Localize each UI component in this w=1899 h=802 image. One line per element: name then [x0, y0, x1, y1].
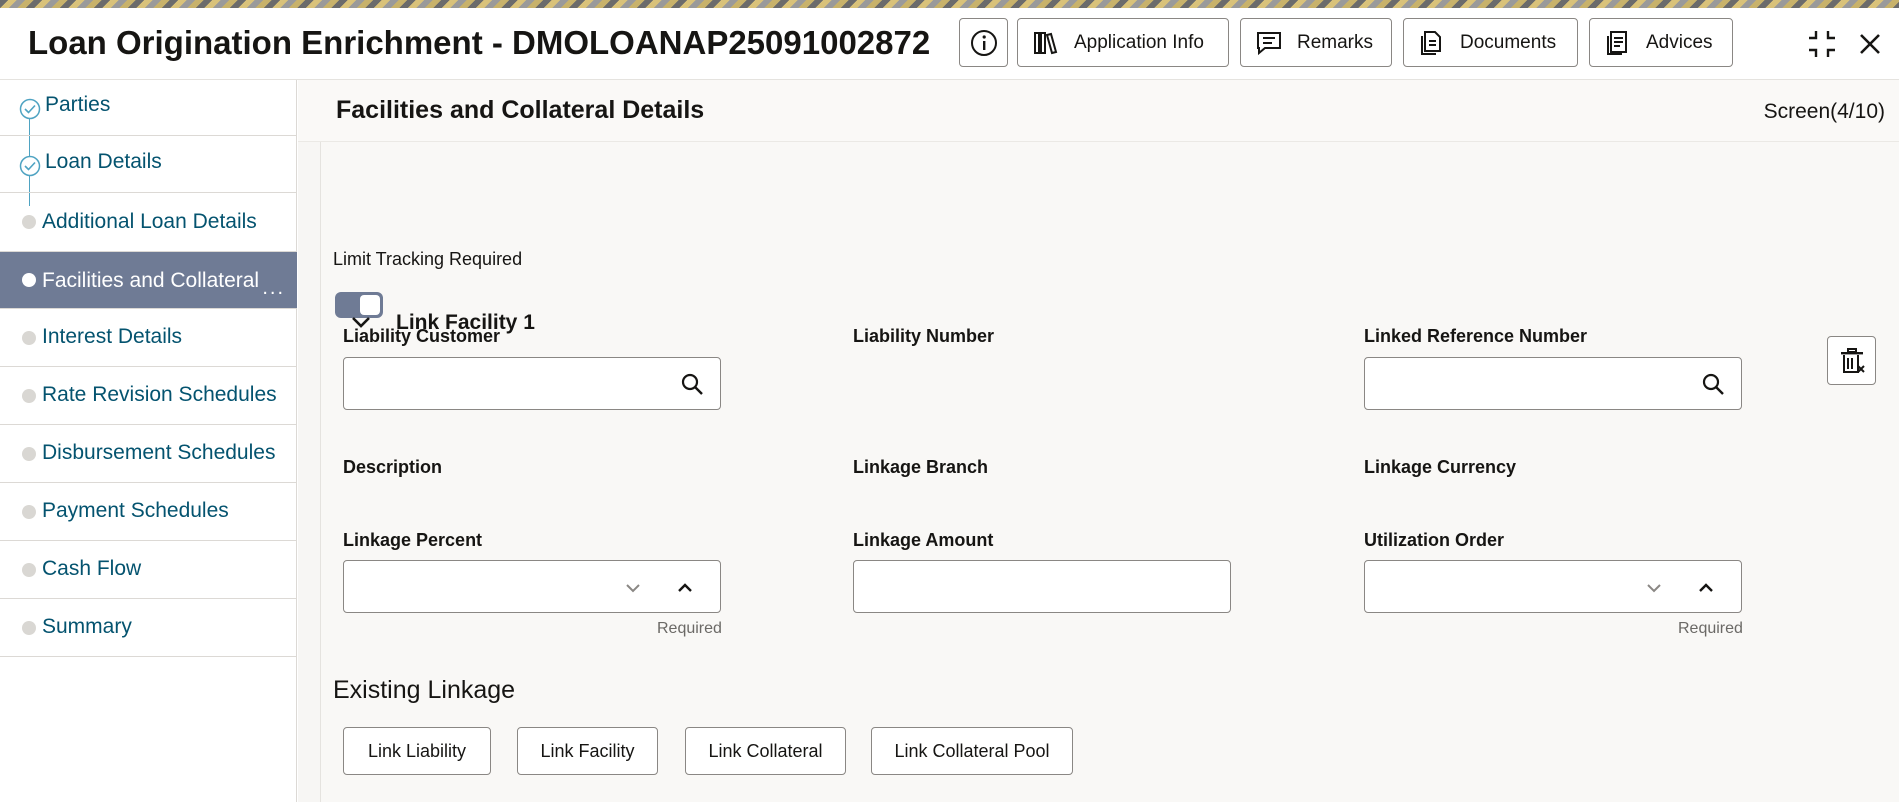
linkage-percent-required-hint: Required — [657, 620, 722, 637]
sidebar-item-rate-revision-schedules[interactable]: Rate Revision Schedules — [0, 367, 297, 425]
sidebar-item-loan-details[interactable]: Loan Details — [0, 136, 297, 193]
delete-icon — [1840, 347, 1865, 373]
utilization-order-label: Utilization Order — [1364, 530, 1505, 550]
sidebar-item-label: Parties — [45, 93, 111, 116]
step-dot-icon — [22, 505, 36, 519]
sidebar-item-disbursement-schedules[interactable]: Disbursement Schedules — [0, 425, 297, 483]
existing-linkage-title: Existing Linkage — [333, 676, 516, 704]
sidebar-item-payment-schedules[interactable]: Payment Schedules — [0, 483, 297, 541]
step-dot-icon — [22, 273, 36, 287]
close-icon — [1860, 34, 1880, 54]
app-header: Loan Origination Enrichment - DMOLOANAP2… — [0, 8, 1899, 80]
documents-label: Documents — [1460, 31, 1557, 53]
utilization-order-stepper[interactable] — [1364, 560, 1742, 613]
sidebar-item-label: Cash Flow — [42, 557, 142, 580]
linked-reference-number-field[interactable] — [1375, 366, 1675, 402]
liability-customer-input[interactable] — [343, 357, 721, 410]
library-icon — [1034, 31, 1058, 54]
step-dot-icon — [22, 563, 36, 577]
chevron-down-icon[interactable] — [622, 577, 644, 599]
sidebar-item-label: Payment Schedules — [42, 499, 229, 522]
documents-button[interactable]: Documents — [1403, 18, 1578, 67]
application-info-button[interactable]: Application Info — [1017, 18, 1229, 67]
collapse-icon — [1809, 31, 1835, 57]
search-icon[interactable] — [1701, 372, 1725, 396]
info-icon — [970, 29, 997, 56]
chevron-down-icon[interactable] — [1643, 577, 1665, 599]
sidebar-item-label: Additional Loan Details — [42, 210, 257, 233]
sidebar-item-additional-loan-details[interactable]: Additional Loan Details — [0, 193, 297, 252]
linked-reference-number-input[interactable] — [1364, 357, 1742, 410]
page-title: Loan Origination Enrichment - DMOLOANAP2… — [28, 24, 931, 61]
link-collateral-button[interactable]: Link Collateral — [685, 727, 846, 775]
application-info-label: Application Info — [1074, 31, 1204, 53]
remarks-label: Remarks — [1296, 31, 1373, 53]
delete-facility-button[interactable] — [1827, 336, 1876, 385]
linkage-amount-input[interactable] — [853, 560, 1231, 613]
documents-icon — [1421, 30, 1441, 55]
utilization-order-required-hint: Required — [1678, 620, 1743, 637]
facilities-panel: Limit Tracking Required Link Facility 1 … — [320, 142, 1899, 802]
linkage-percent-field[interactable] — [354, 569, 614, 605]
linkage-percent-stepper[interactable] — [343, 560, 721, 613]
search-icon[interactable] — [680, 372, 704, 396]
sidebar-item-cash-flow[interactable]: Cash Flow — [0, 541, 297, 599]
linkage-currency-label: Linkage Currency — [1364, 457, 1517, 477]
sidebar-item-label: Facilities and Collateral — [42, 269, 260, 292]
liability-customer-label: Liability Customer — [343, 326, 501, 346]
comment-icon — [1256, 31, 1281, 55]
linkage-amount-field[interactable] — [864, 569, 1164, 605]
linked-reference-number-label: Linked Reference Number — [1364, 326, 1588, 346]
sidebar-item-summary[interactable]: Summary — [0, 599, 297, 657]
section-title: Facilities and Collateral Details — [336, 96, 705, 124]
advices-button[interactable]: Advices — [1589, 18, 1733, 67]
collapse-button[interactable] — [1806, 28, 1838, 60]
check-circle-icon — [19, 98, 41, 120]
step-dot-icon — [22, 447, 36, 461]
sidebar-item-label: Interest Details — [42, 325, 183, 348]
link-collateral-pool-button[interactable]: Link Collateral Pool — [871, 727, 1073, 775]
utilization-order-field[interactable] — [1375, 569, 1635, 605]
sidebar-item-label: Summary — [42, 615, 132, 638]
check-circle-icon — [19, 155, 41, 177]
step-dot-icon — [22, 621, 36, 635]
link-facility-button[interactable]: Link Facility — [517, 727, 658, 775]
sidebar-item-interest-details[interactable]: Interest Details — [0, 309, 297, 367]
linkage-branch-label: Linkage Branch — [853, 457, 989, 477]
liability-customer-field[interactable] — [354, 366, 654, 402]
sidebar: Parties Loan Details Additional Loan Det… — [0, 80, 297, 802]
link-liability-button[interactable]: Link Liability — [343, 727, 491, 775]
chevron-up-icon[interactable] — [1695, 577, 1717, 599]
info-button[interactable] — [959, 18, 1008, 67]
linkage-amount-label: Linkage Amount — [853, 530, 994, 550]
step-dot-icon — [22, 331, 36, 345]
top-decorative-strip — [0, 0, 1899, 8]
sidebar-item-label: Rate Revision Schedules — [42, 383, 277, 406]
liability-number-label: Liability Number — [853, 326, 995, 346]
screen-counter: Screen(4/10) — [1763, 100, 1885, 123]
step-dot-icon — [22, 215, 36, 229]
sidebar-item-facilities-and-collateral[interactable]: Facilities and Collateral ... — [0, 252, 297, 309]
main-content: Facilities and Collateral Details Screen… — [298, 80, 1899, 802]
chevron-up-icon[interactable] — [674, 577, 696, 599]
sidebar-item-label: Loan Details — [45, 150, 162, 173]
remarks-button[interactable]: Remarks — [1240, 18, 1392, 67]
linkage-percent-label: Linkage Percent — [343, 530, 483, 550]
advices-label: Advices — [1646, 31, 1713, 53]
more-icon[interactable]: ... — [262, 277, 285, 300]
close-button[interactable] — [1854, 28, 1886, 60]
sidebar-item-label: Disbursement Schedules — [42, 441, 276, 464]
section-header: Facilities and Collateral Details Screen… — [298, 80, 1899, 142]
advice-document-icon — [1607, 30, 1627, 55]
limit-tracking-label: Limit Tracking Required — [333, 249, 523, 269]
description-label: Description — [343, 457, 443, 477]
sidebar-item-parties[interactable]: Parties — [0, 80, 297, 136]
step-dot-icon — [22, 389, 36, 403]
